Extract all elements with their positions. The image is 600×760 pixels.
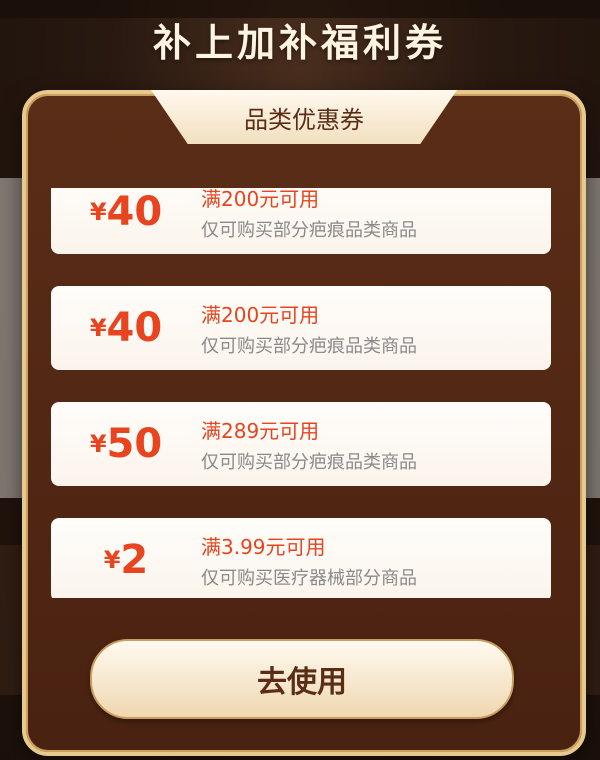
page-headline: 补上加补福利券 — [152, 21, 447, 65]
currency-symbol: ¥ — [89, 198, 107, 226]
currency-symbol: ¥ — [89, 430, 107, 458]
use-coupon-button[interactable]: 去使用 — [90, 639, 514, 719]
currency-symbol: ¥ — [89, 314, 107, 342]
coupon-scope: 仅可购买部分疤痕品类商品 — [201, 219, 417, 241]
coupon-card: ¥2 满3.99元可用 仅可购买医疗器械部分商品 — [51, 518, 551, 598]
coupon-value: 40 — [106, 189, 163, 235]
coupon-amount: ¥40 — [51, 189, 201, 235]
coupon-info: 满3.99元可用 仅可购买医疗器械部分商品 — [201, 531, 417, 590]
coupon-value: 40 — [106, 305, 163, 351]
coupon-condition: 满200元可用 — [201, 302, 320, 327]
coupon-modal: 品类优惠券 ¥40 满200元可用 仅可购买部分疤痕品类商品 ¥40 满200元… — [22, 90, 586, 756]
coupon-info: 满289元可用 仅可购买部分疤痕品类商品 — [201, 415, 417, 474]
coupon-amount: ¥2 — [51, 537, 201, 583]
coupon-info: 满200元可用 仅可购买部分疤痕品类商品 — [201, 299, 417, 358]
coupon-condition: 满200元可用 — [201, 188, 320, 211]
coupon-info: 满200元可用 仅可购买部分疤痕品类商品 — [201, 188, 417, 242]
coupon-card: ¥50 满289元可用 仅可购买部分疤痕品类商品 — [51, 402, 551, 486]
coupon-value: 2 — [120, 537, 149, 583]
coupon-scope: 仅可购买医疗器械部分商品 — [201, 567, 417, 589]
coupon-amount: ¥50 — [51, 421, 201, 467]
coupon-scope: 仅可购买部分疤痕品类商品 — [201, 335, 417, 357]
coupon-list[interactable]: ¥40 满200元可用 仅可购买部分疤痕品类商品 ¥40 满200元可用 仅可购… — [51, 188, 551, 598]
coupon-condition: 满289元可用 — [201, 418, 320, 443]
use-coupon-button-label: 去使用 — [257, 665, 347, 700]
coupon-scope: 仅可购买部分疤痕品类商品 — [201, 451, 417, 473]
modal-tab-title: 品类优惠券 — [244, 105, 364, 134]
coupon-card: ¥40 满200元可用 仅可购买部分疤痕品类商品 — [51, 286, 551, 370]
coupon-condition: 满3.99元可用 — [201, 534, 326, 559]
currency-symbol: ¥ — [103, 546, 121, 574]
coupon-card: ¥40 满200元可用 仅可购买部分疤痕品类商品 — [51, 188, 551, 254]
modal-tab: 品类优惠券 — [151, 90, 457, 144]
coupon-value: 50 — [106, 421, 163, 467]
coupon-amount: ¥40 — [51, 305, 201, 351]
